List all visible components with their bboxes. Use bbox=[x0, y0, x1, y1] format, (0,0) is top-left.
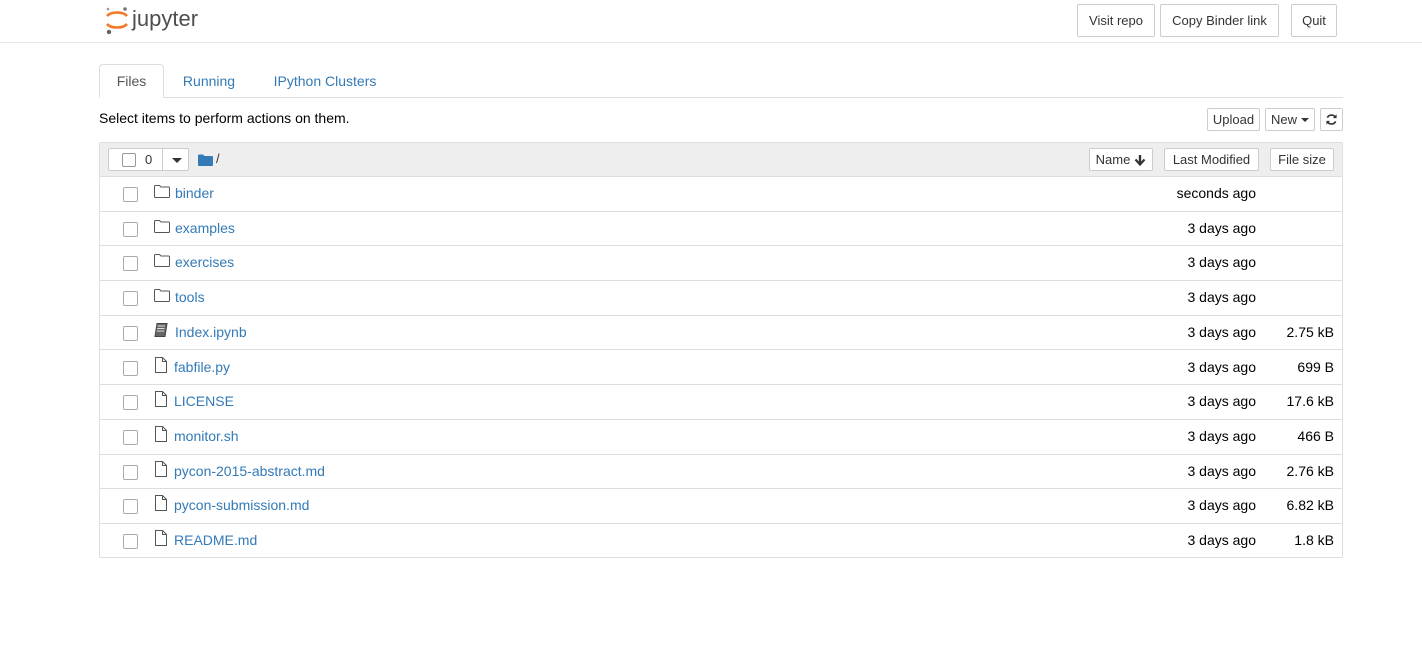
divider bbox=[162, 149, 163, 170]
folder-icon bbox=[154, 254, 170, 270]
quit-button[interactable]: Quit bbox=[1291, 4, 1337, 37]
list-item[interactable]: pycon-submission.md 3 days ago 6.82 kB bbox=[100, 489, 1342, 524]
item-file-size: 699 B bbox=[1297, 358, 1334, 375]
tab-ipython-clusters[interactable]: IPython Clusters bbox=[260, 64, 390, 98]
folder-icon[interactable] bbox=[198, 153, 213, 169]
sort-by-file-size-button[interactable]: File size bbox=[1270, 148, 1334, 171]
caret-down-icon bbox=[1301, 117, 1309, 122]
item-name-link[interactable]: README.md bbox=[174, 532, 257, 548]
item-checkbox[interactable] bbox=[123, 429, 138, 445]
refresh-button[interactable] bbox=[1320, 108, 1343, 131]
item-checkbox[interactable] bbox=[123, 325, 138, 341]
refresh-icon bbox=[1326, 114, 1337, 125]
file-icon bbox=[154, 425, 168, 445]
item-last-modified: 3 days ago bbox=[1187, 358, 1257, 375]
sort-by-last-modified-button[interactable]: Last Modified bbox=[1164, 148, 1259, 171]
item-file-size: 6.82 kB bbox=[1286, 497, 1334, 514]
item-file-size: 2.75 kB bbox=[1286, 323, 1334, 340]
list-item[interactable]: examples 3 days ago bbox=[100, 212, 1342, 247]
file-icon bbox=[154, 495, 168, 514]
item-name-link[interactable]: pycon-submission.md bbox=[174, 497, 309, 513]
item-name-link[interactable]: fabfile.py bbox=[174, 359, 230, 375]
item-last-modified: 3 days ago bbox=[1187, 427, 1257, 444]
new-label: New bbox=[1270, 112, 1297, 127]
notebook-icon bbox=[154, 322, 168, 340]
file-icon bbox=[154, 356, 168, 376]
item-checkbox[interactable] bbox=[123, 395, 138, 411]
file-list-header: 0 / Name Last Modified File size bbox=[100, 143, 1342, 177]
item-last-modified: 3 days ago bbox=[1187, 289, 1257, 306]
item-last-modified: 3 days ago bbox=[1187, 497, 1257, 514]
item-name-link[interactable]: examples bbox=[175, 220, 235, 236]
item-checkbox[interactable] bbox=[123, 256, 138, 272]
item-name-link[interactable]: LICENSE bbox=[174, 393, 234, 409]
file-list: 0 / Name Last Modified File size binder s… bbox=[99, 142, 1343, 558]
item-checkbox[interactable] bbox=[123, 534, 138, 549]
item-name-link[interactable]: pycon-2015-abstract.md bbox=[174, 463, 325, 479]
tab-files[interactable]: Files bbox=[99, 64, 164, 98]
item-name-link[interactable]: binder bbox=[175, 185, 214, 201]
item-last-modified: 3 days ago bbox=[1187, 323, 1257, 340]
item-last-modified: 3 days ago bbox=[1187, 254, 1257, 271]
item-checkbox[interactable] bbox=[123, 464, 138, 480]
sort-by-name-button[interactable]: Name bbox=[1089, 148, 1153, 171]
folder-icon bbox=[154, 219, 170, 236]
file-icon bbox=[154, 530, 168, 549]
item-last-modified: 3 days ago bbox=[1187, 532, 1257, 548]
item-checkbox[interactable] bbox=[123, 187, 138, 202]
item-file-size: 2.76 kB bbox=[1286, 462, 1334, 479]
item-last-modified: seconds ago bbox=[1176, 185, 1256, 201]
item-name-link[interactable]: tools bbox=[175, 289, 205, 305]
item-name-link[interactable]: Index.ipynb bbox=[175, 324, 247, 340]
list-item[interactable]: monitor.sh 3 days ago 466 B bbox=[100, 420, 1342, 455]
upload-button[interactable]: Upload bbox=[1207, 108, 1260, 131]
logo-text: jupyter bbox=[131, 6, 198, 31]
tab-running[interactable]: Running bbox=[171, 64, 247, 98]
selected-count: 0 bbox=[145, 152, 153, 167]
sort-name-label: Name bbox=[1095, 152, 1131, 167]
folder-icon bbox=[154, 289, 170, 305]
tab-bar: Files Running IPython Clusters bbox=[99, 64, 1343, 98]
caret-down-icon[interactable] bbox=[172, 158, 182, 163]
item-checkbox[interactable] bbox=[123, 360, 138, 376]
list-item[interactable]: README.md 3 days ago 1.8 kB bbox=[100, 524, 1342, 559]
folder-icon bbox=[154, 185, 170, 201]
breadcrumb-path[interactable]: / bbox=[216, 151, 220, 166]
arrow-down-icon bbox=[1135, 154, 1146, 166]
list-item[interactable]: exercises 3 days ago bbox=[100, 246, 1342, 282]
item-file-size: 17.6 kB bbox=[1286, 393, 1334, 410]
item-checkbox[interactable] bbox=[123, 221, 138, 237]
item-name-link[interactable]: monitor.sh bbox=[174, 428, 239, 444]
item-file-size: 1.8 kB bbox=[1294, 532, 1334, 548]
file-icon bbox=[154, 460, 168, 480]
visit-repo-button[interactable]: Visit repo bbox=[1077, 4, 1155, 37]
list-item[interactable]: fabfile.py 3 days ago 699 B bbox=[100, 351, 1342, 386]
select-all-checkbox[interactable] bbox=[122, 153, 136, 167]
item-checkbox[interactable] bbox=[123, 291, 138, 307]
list-item[interactable]: LICENSE 3 days ago 17.6 kB bbox=[100, 385, 1342, 420]
top-header: jupyter Visit repo Copy Binder link Quit bbox=[0, 0, 1422, 43]
copy-binder-link-button[interactable]: Copy Binder link bbox=[1160, 4, 1279, 37]
list-item[interactable]: binder seconds ago bbox=[100, 177, 1342, 212]
item-checkbox[interactable] bbox=[123, 499, 138, 515]
select-all-dropdown[interactable]: 0 bbox=[108, 148, 189, 171]
list-item[interactable]: Index.ipynb 3 days ago 2.75 kB bbox=[100, 316, 1342, 351]
item-last-modified: 3 days ago bbox=[1187, 462, 1257, 479]
item-last-modified: 3 days ago bbox=[1187, 393, 1257, 410]
list-item[interactable]: pycon-2015-abstract.md 3 days ago 2.76 kB bbox=[100, 455, 1342, 490]
item-file-size: 466 B bbox=[1297, 427, 1334, 444]
item-name-link[interactable]: exercises bbox=[175, 254, 234, 270]
selection-hint: Select items to perform actions on them. bbox=[99, 110, 350, 126]
item-last-modified: 3 days ago bbox=[1187, 219, 1257, 236]
file-icon bbox=[154, 391, 168, 410]
jupyter-logo[interactable]: jupyter bbox=[104, 4, 224, 36]
list-item[interactable]: tools 3 days ago bbox=[100, 281, 1342, 316]
jupyter-logo-icon: jupyter bbox=[106, 6, 198, 35]
new-dropdown-button[interactable]: New bbox=[1265, 108, 1315, 131]
